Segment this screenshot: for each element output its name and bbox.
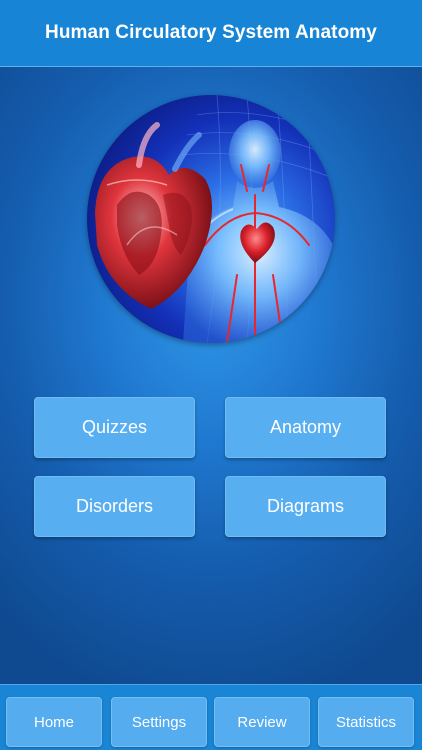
disorders-label: Disorders xyxy=(75,496,154,516)
diagrams-label: Diagrams xyxy=(266,496,345,516)
tab-settings[interactable]: Settings xyxy=(111,697,207,747)
tab-statistics[interactable]: Statistics xyxy=(318,697,414,747)
disorders-button[interactable]: Disorders xyxy=(34,476,195,537)
bottom-tab-bar: Home Settings Review Statistics xyxy=(0,684,422,750)
anatomy-label: Anatomy xyxy=(269,417,342,437)
page-title: Human Circulatory System Anatomy xyxy=(45,22,377,43)
tab-statistics-label: Statistics xyxy=(335,713,396,731)
heart-anatomy-illustration xyxy=(87,95,335,343)
diagrams-button[interactable]: Diagrams xyxy=(225,476,386,537)
app-header: Human Circulatory System Anatomy xyxy=(0,0,422,67)
quizzes-label: Quizzes xyxy=(81,417,148,437)
quizzes-button[interactable]: Quizzes xyxy=(34,397,195,458)
heart-anatomy-image xyxy=(87,95,335,343)
tab-review[interactable]: Review xyxy=(214,697,310,747)
tab-home-label: Home xyxy=(33,713,74,731)
anatomy-button[interactable]: Anatomy xyxy=(225,397,386,458)
tab-home[interactable]: Home xyxy=(6,697,102,747)
tab-review-label: Review xyxy=(237,713,287,731)
tab-settings-label: Settings xyxy=(131,713,187,731)
